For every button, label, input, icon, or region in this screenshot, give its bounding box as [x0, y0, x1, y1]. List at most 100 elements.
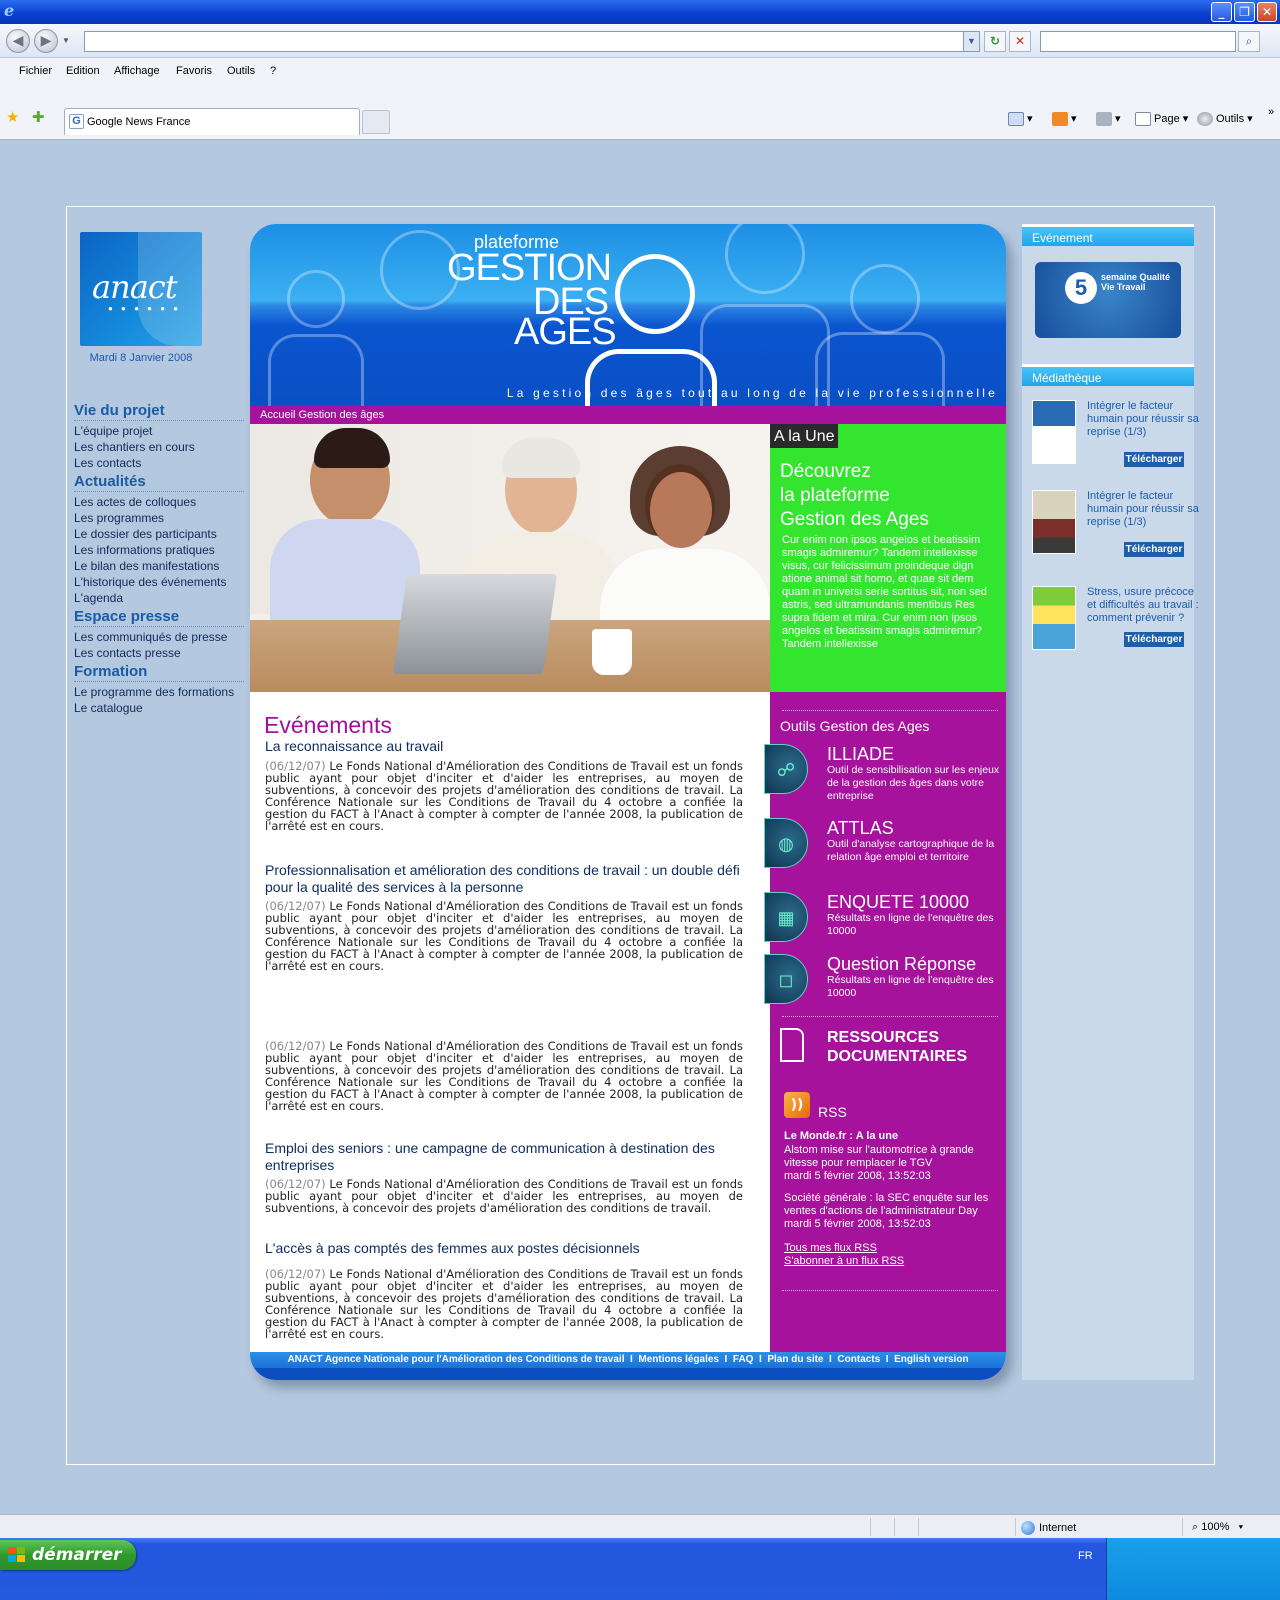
nav-item[interactable]: Les informations pratiques [74, 542, 244, 558]
menu-fichier[interactable]: Fichier [19, 65, 52, 77]
subscribe-rss-link[interactable]: S'abonner à un flux RSS [784, 1255, 904, 1267]
page-menu-button[interactable]: Page ▾ [1135, 112, 1188, 127]
tool-icon: ◻ [764, 954, 808, 1004]
nav-item[interactable]: Le catalogue [74, 700, 244, 716]
tool-icon: ◍ [764, 818, 808, 868]
event-title[interactable]: La reconnaissance au travail [265, 738, 740, 755]
event-image-text: semaine Qualité Vie Travail [1101, 272, 1171, 292]
home-button[interactable]: ▾ [1008, 112, 1033, 127]
print-button[interactable]: ▾ [1096, 112, 1121, 127]
feeds-button[interactable]: ▾ [1052, 112, 1077, 127]
nav-item[interactable]: Le bilan des manifestations [74, 558, 244, 574]
footer-link-contacts[interactable]: Contacts [837, 1354, 880, 1365]
search-icon[interactable]: ⌕ [1238, 31, 1260, 52]
event-title[interactable]: L'accès à pas comptés des femmes aux pos… [265, 1240, 740, 1257]
current-date: Mardi 8 Janvier 2008 [89, 352, 193, 364]
event-banner-image[interactable]: 5 semaine Qualité Vie Travail [1035, 262, 1181, 338]
events-section: Evénements La reconnaissance au travail … [250, 692, 770, 1352]
media-title[interactable]: Stress, usure précoce et difficultés au … [1087, 586, 1201, 625]
add-favorite-icon[interactable]: ✚ [32, 110, 45, 125]
menu-outils[interactable]: Outils [227, 65, 255, 77]
maximize-button[interactable]: ❐ [1234, 2, 1255, 22]
footer-link-faq[interactable]: FAQ [733, 1354, 754, 1365]
minimize-button[interactable]: _ [1211, 2, 1232, 22]
speech-bubble-icon: ◻ [778, 970, 794, 990]
address-dropdown-icon[interactable]: ▼ [963, 32, 979, 51]
download-button[interactable]: Télécharger [1124, 452, 1184, 467]
page-icon [1135, 112, 1151, 127]
media-title[interactable]: Intégrer le facteur humain pour réussir … [1087, 400, 1201, 439]
nav-item[interactable]: Les communiqués de presse [74, 629, 244, 645]
a-la-une-title[interactable]: Découvrez la plateforme Gestion des Ages [780, 460, 1000, 532]
start-button[interactable]: démarrer [0, 1540, 136, 1570]
header-banner: plateforme GESTION DES AGES La gestion d… [250, 224, 1006, 422]
history-dropdown-icon[interactable]: ▼ [62, 36, 70, 45]
menu-affichage[interactable]: Affichage [114, 65, 160, 77]
left-navigation: Vie du projet L'équipe projet Les chanti… [74, 402, 244, 718]
event-title[interactable]: Professionnalisation et amélioration des… [265, 862, 740, 896]
media-thumbnail[interactable] [1032, 490, 1076, 554]
nav-item[interactable]: Les actes de colloques [74, 494, 244, 510]
tool-icon: ☍ [764, 744, 808, 794]
rss-item-date: mardi 5 février 2008, 13:52:03 [784, 1218, 931, 1230]
nav-item[interactable]: Le programme des formations [74, 684, 244, 700]
back-button[interactable]: ◀ [6, 29, 30, 53]
photo-person-face [650, 472, 712, 548]
anact-logo[interactable]: anact ● ● ● ● ● ● [80, 232, 202, 346]
document-icon [780, 1028, 804, 1062]
nav-item[interactable]: L'agenda [74, 590, 244, 606]
banner-decor [268, 334, 364, 414]
nav-head-actualites[interactable]: Actualités [74, 473, 244, 492]
refresh-icon[interactable]: ↻ [984, 31, 1006, 52]
download-button[interactable]: Télécharger [1124, 632, 1184, 647]
menu-bar: Fichier Edition Affichage Favoris Outils… [0, 58, 1280, 86]
nav-item[interactable]: Le dossier des participants [74, 526, 244, 542]
nav-head-espace-presse[interactable]: Espace presse [74, 608, 244, 627]
menu-edition[interactable]: Edition [66, 65, 100, 77]
security-zone-label: Internet [1039, 1521, 1077, 1534]
footer-link-mentions[interactable]: Mentions légales [638, 1354, 719, 1365]
close-window-button[interactable]: ✕ [1257, 2, 1277, 22]
breadcrumb-home[interactable]: Accueil Gestion des âges [260, 409, 384, 421]
stop-icon[interactable]: ✕ [1009, 31, 1031, 52]
footer-link-english[interactable]: English version [894, 1354, 968, 1365]
nav-item[interactable]: L'équipe projet [74, 423, 244, 439]
search-input[interactable] [1040, 31, 1236, 52]
address-bar[interactable]: ▼ [84, 31, 980, 52]
nav-item[interactable]: L'historique des événements [74, 574, 244, 590]
rss-item[interactable]: Société générale : la SEC enquête sur le… [784, 1192, 1000, 1231]
download-button[interactable]: Télécharger [1124, 542, 1184, 557]
nav-section-actualites: Actualités Les actes de colloques Les pr… [74, 473, 244, 606]
menu-favoris[interactable]: Favoris [176, 65, 212, 77]
status-divider [894, 1518, 895, 1536]
event-text: (06/12/07) Le Fonds National d'Améliorat… [265, 900, 743, 972]
media-title[interactable]: Intégrer le facteur humain pour réussir … [1087, 490, 1201, 529]
nav-head-formation[interactable]: Formation [74, 663, 244, 682]
event-text: (06/12/07) Le Fonds National d'Améliorat… [265, 760, 743, 832]
chevron-right-icon[interactable]: » [1268, 106, 1274, 118]
nav-item[interactable]: Les contacts presse [74, 645, 244, 661]
favorites-star-icon[interactable]: ★ [6, 110, 19, 125]
media-thumbnail[interactable] [1032, 400, 1076, 464]
nav-head-vie-du-projet[interactable]: Vie du projet [74, 402, 244, 421]
tools-menu-button[interactable]: Outils ▾ [1197, 112, 1253, 127]
banner-decor [850, 264, 920, 334]
zoom-control[interactable]: ⌕ 100% ▾ [1192, 1521, 1243, 1534]
nav-item[interactable]: Les programmes [74, 510, 244, 526]
menu-help[interactable]: ? [270, 65, 276, 77]
tab-google-news[interactable]: G Google News France [64, 108, 360, 135]
event-title[interactable]: Emploi des seniors : une campagne de com… [265, 1140, 740, 1174]
nav-section-presse: Espace presse Les communiqués de presse … [74, 608, 244, 661]
language-indicator[interactable]: FR [1078, 1550, 1093, 1562]
event-body: Le Fonds National d'Amélioration des Con… [265, 899, 743, 973]
media-thumbnail[interactable] [1032, 586, 1076, 650]
footer-link-plan[interactable]: Plan du site [767, 1354, 823, 1365]
nav-item[interactable]: Les chantiers en cours [74, 439, 244, 455]
home-icon [1008, 112, 1024, 127]
forward-button[interactable]: ▶ [34, 29, 58, 53]
nav-item[interactable]: Les contacts [74, 455, 244, 471]
breadcrumb: Accueil Gestion des âges [250, 406, 1006, 424]
rss-item[interactable]: Alstom mise sur l'automotrice à grande v… [784, 1144, 1000, 1183]
all-rss-link[interactable]: Tous mes flux RSS [784, 1242, 877, 1254]
new-tab-button[interactable] [362, 110, 390, 134]
